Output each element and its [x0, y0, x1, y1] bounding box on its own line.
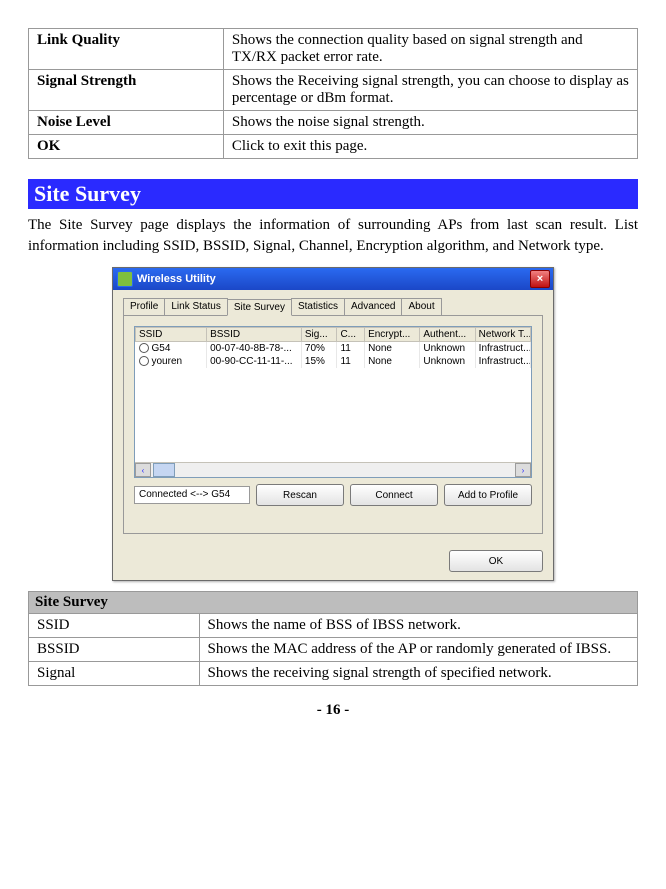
col-signal[interactable]: Sig...: [301, 328, 337, 342]
network-icon: [139, 356, 149, 366]
row-desc: Shows the name of BSS of IBSS network.: [199, 614, 637, 638]
row-desc: Click to exit this page.: [223, 135, 637, 159]
tab-profile[interactable]: Profile: [123, 298, 165, 315]
tabstrip: Profile Link Status Site Survey Statisti…: [123, 298, 543, 316]
section-body: The Site Survey page displays the inform…: [28, 215, 638, 257]
row-key: Signal: [29, 662, 200, 686]
cell-network: Infrastruct...: [475, 342, 530, 356]
horizontal-scrollbar[interactable]: ‹ ›: [135, 462, 531, 477]
col-channel[interactable]: C...: [337, 328, 365, 342]
cell-auth: Unknown: [420, 355, 475, 368]
titlebar: Wireless Utility ×: [113, 268, 553, 290]
cell-auth: Unknown: [420, 342, 475, 356]
row-key: BSSID: [29, 638, 200, 662]
cell-signal: 15%: [301, 355, 337, 368]
cell-channel: 11: [337, 355, 365, 368]
ok-button[interactable]: OK: [449, 550, 543, 572]
table-row: Link Quality Shows the connection qualit…: [29, 29, 638, 70]
row-key: SSID: [29, 614, 200, 638]
scroll-thumb[interactable]: [153, 463, 175, 477]
scroll-track[interactable]: [175, 464, 515, 476]
network-icon: [139, 343, 149, 353]
col-encrypt[interactable]: Encrypt...: [365, 328, 420, 342]
window-title: Wireless Utility: [137, 273, 216, 285]
app-icon: [117, 271, 133, 287]
network-grid[interactable]: SSID BSSID Sig... C... Encrypt... Authen…: [134, 326, 532, 478]
table-row: BSSID Shows the MAC address of the AP or…: [29, 638, 638, 662]
tab-site-survey[interactable]: Site Survey: [227, 299, 292, 316]
tab-link-status[interactable]: Link Status: [164, 298, 227, 315]
cell-encrypt: None: [365, 355, 420, 368]
col-auth[interactable]: Authent...: [420, 328, 475, 342]
screenshot-figure: Wireless Utility × Profile Link Status S…: [28, 267, 638, 581]
col-network[interactable]: Network T...: [475, 328, 530, 342]
tab-advanced[interactable]: Advanced: [344, 298, 402, 315]
row-desc: Shows the MAC address of the AP or rando…: [199, 638, 637, 662]
close-icon[interactable]: ×: [530, 270, 550, 288]
table-row: Signal Strength Shows the Receiving sign…: [29, 70, 638, 111]
add-to-profile-button[interactable]: Add to Profile: [444, 484, 532, 506]
grid-row[interactable]: youren 00-90-CC-11-11-... 15% 11 None Un…: [136, 355, 531, 368]
grid-row[interactable]: G54 00-07-40-8B-78-... 70% 11 None Unkno…: [136, 342, 531, 356]
table-row: Noise Level Shows the noise signal stren…: [29, 111, 638, 135]
connect-button[interactable]: Connect: [350, 484, 438, 506]
scroll-left-icon[interactable]: ‹: [135, 463, 151, 477]
cell-bssid: 00-07-40-8B-78-...: [207, 342, 302, 356]
cell-encrypt: None: [365, 342, 420, 356]
tab-panel: SSID BSSID Sig... C... Encrypt... Authen…: [123, 316, 543, 534]
panel-bottom-row: Connected <--> G54 Rescan Connect Add to…: [134, 484, 532, 506]
rescan-button[interactable]: Rescan: [256, 484, 344, 506]
col-bssid[interactable]: BSSID: [207, 328, 302, 342]
cell-signal: 70%: [301, 342, 337, 356]
cell-ssid: youren: [136, 355, 207, 368]
row-desc: Shows the receiving signal strength of s…: [199, 662, 637, 686]
table-row: SSID Shows the name of BSS of IBSS netwo…: [29, 614, 638, 638]
cell-bssid: 00-90-CC-11-11-...: [207, 355, 302, 368]
cell-channel: 11: [337, 342, 365, 356]
cell-ssid: G54: [136, 342, 207, 356]
connection-status: Connected <--> G54: [134, 486, 250, 504]
col-ssid[interactable]: SSID: [136, 328, 207, 342]
ok-row: OK: [113, 544, 553, 580]
grid-header-row: SSID BSSID Sig... C... Encrypt... Authen…: [136, 328, 531, 342]
tab-about[interactable]: About: [401, 298, 441, 315]
table-row: OK Click to exit this page.: [29, 135, 638, 159]
row-desc: Shows the noise signal strength.: [223, 111, 637, 135]
tab-statistics[interactable]: Statistics: [291, 298, 345, 315]
wireless-utility-window: Wireless Utility × Profile Link Status S…: [112, 267, 554, 581]
table-row: Signal Shows the receiving signal streng…: [29, 662, 638, 686]
row-desc: Shows the connection quality based on si…: [223, 29, 637, 70]
site-survey-table: Site Survey SSID Shows the name of BSS o…: [28, 591, 638, 686]
row-key: OK: [29, 135, 224, 159]
table-header: Site Survey: [29, 592, 638, 614]
row-key: Noise Level: [29, 111, 224, 135]
page-number: - 16 -: [28, 702, 638, 719]
top-definition-table: Link Quality Shows the connection qualit…: [28, 28, 638, 159]
row-key: Signal Strength: [29, 70, 224, 111]
row-desc: Shows the Receiving signal strength, you…: [223, 70, 637, 111]
row-key: Link Quality: [29, 29, 224, 70]
section-title: Site Survey: [28, 179, 638, 209]
cell-network: Infrastruct...: [475, 355, 530, 368]
window-body: Profile Link Status Site Survey Statisti…: [113, 290, 553, 544]
scroll-right-icon[interactable]: ›: [515, 463, 531, 477]
